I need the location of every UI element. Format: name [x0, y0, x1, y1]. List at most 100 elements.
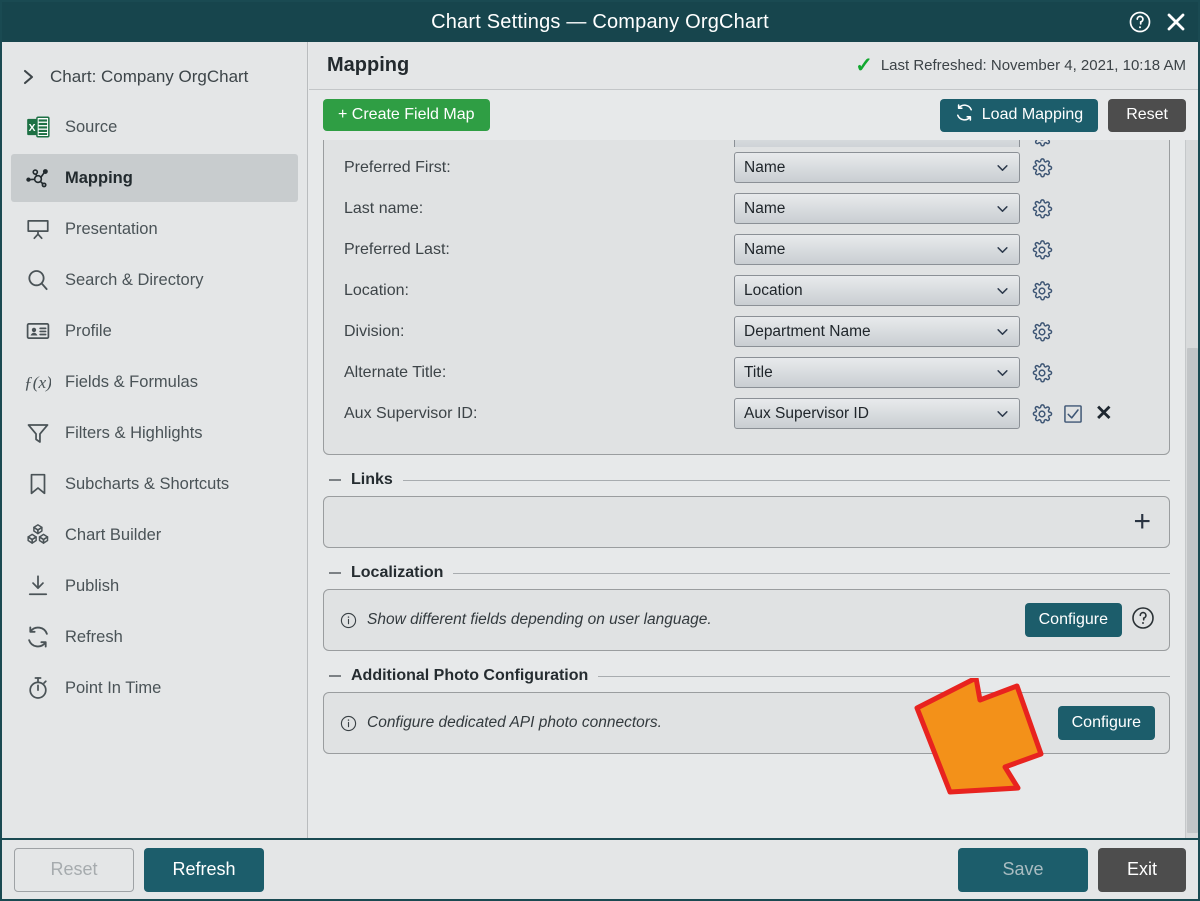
create-field-map-button[interactable]: + Create Field Map [323, 99, 490, 131]
field-label: Division: [344, 322, 405, 340]
localization-section: Localization Show different fields depen… [323, 564, 1170, 651]
legend-dash [329, 479, 341, 481]
info-circle-icon [340, 715, 357, 732]
field-enabled-checkbox[interactable] [1062, 403, 1084, 425]
chevron-right-icon [14, 67, 44, 87]
sidebar-item-search-directory[interactable]: Search & Directory [11, 256, 298, 304]
photo-configure-button[interactable]: Configure [1057, 706, 1155, 740]
sidebar-item-chart-builder[interactable]: Chart Builder [11, 511, 298, 559]
field-source-select[interactable]: Title [734, 357, 1020, 388]
field-source-select[interactable]: Name [734, 152, 1020, 183]
links-legend-label: Links [351, 471, 393, 488]
projector-icon [19, 216, 57, 242]
sidebar-item-presentation[interactable]: Presentation [11, 205, 298, 253]
help-circle-icon[interactable] [1128, 10, 1152, 34]
photo-legend-label: Additional Photo Configuration [351, 667, 589, 684]
legend-dash [329, 572, 341, 574]
field-label: Aux Supervisor ID: [344, 404, 478, 422]
footer-save-button[interactable]: Save [958, 847, 1088, 892]
chevron-down-icon [995, 140, 1010, 145]
sidebar-item-label: Fields & Formulas [65, 372, 198, 391]
field-rows-list: Preferred First: Name Last name: Name Prefer… [344, 140, 1149, 434]
mapping-content: Preferred First: Name Last name: Name Prefer… [309, 140, 1184, 838]
field-settings-gear-icon[interactable] [1031, 157, 1053, 179]
chevron-down-icon [995, 365, 1010, 380]
field-map-row: Division: Department Name [344, 311, 1149, 352]
field-map-row: Alternate Title: Title [344, 352, 1149, 393]
field-row-tools [1031, 157, 1053, 179]
sidebar-item-mapping[interactable]: Mapping [11, 154, 298, 202]
field-row-tools [1031, 321, 1053, 343]
field-settings-gear-icon[interactable] [1031, 280, 1053, 302]
field-settings-gear-icon[interactable] [1031, 140, 1053, 147]
field-label: Last name: [344, 199, 424, 217]
sidebar-item-label: Chart Builder [65, 525, 162, 544]
field-source-select[interactable]: Aux Supervisor ID [734, 398, 1020, 429]
field-settings-gear-icon[interactable] [1031, 403, 1053, 425]
field-source-value: Name [744, 199, 786, 217]
field-source-select[interactable]: Department Name [734, 316, 1020, 347]
sidebar-nav-list: X Source Mapping Presentation Search & Direc… [2, 103, 307, 712]
field-source-select[interactable] [734, 140, 1020, 147]
localization-configure-button[interactable]: Configure [1024, 603, 1122, 637]
field-settings-gear-icon[interactable] [1031, 321, 1053, 343]
plus-icon[interactable]: + [1133, 507, 1151, 537]
sidebar-item-publish[interactable]: Publish [11, 562, 298, 610]
localization-actions: Configure [1024, 603, 1155, 637]
sidebar-item-label: Filters & Highlights [65, 423, 203, 442]
footer-refresh-button[interactable]: Refresh [144, 847, 264, 892]
reset-mapping-button[interactable]: Reset [1108, 98, 1186, 132]
photo-actions: Configure [1057, 706, 1155, 740]
localization-legend: Localization [323, 564, 1170, 582]
remove-field-icon[interactable]: ✕ [1095, 403, 1113, 424]
sidebar-item-source[interactable]: X Source [11, 103, 298, 151]
footer-exit-button[interactable]: Exit [1098, 847, 1186, 892]
field-source-value: Name [744, 158, 786, 176]
field-map-card: Preferred First: Name Last name: Name Prefer… [323, 140, 1170, 455]
sidebar-item-fields-formulas[interactable]: ƒ(x) Fields & Formulas [11, 358, 298, 406]
sidebar-item-point-in-time[interactable]: Point In Time [11, 664, 298, 712]
field-row-tools [1031, 239, 1053, 261]
excel-icon: X [19, 114, 57, 140]
vertical-scrollbar[interactable] [1185, 140, 1198, 838]
main-header: Mapping ✓ Last Refreshed: November 4, 20… [309, 42, 1198, 90]
photo-configuration-section: Additional Photo Configuration Configure… [323, 667, 1170, 754]
links-legend: Links [323, 471, 1170, 489]
legend-rule [598, 675, 1170, 677]
bookmark-icon [19, 471, 57, 497]
chevron-down-icon [995, 160, 1010, 175]
field-source-select[interactable]: Name [734, 234, 1020, 265]
function-icon: ƒ(x) [19, 369, 57, 395]
close-icon[interactable] [1164, 10, 1188, 34]
localization-description: Show different fields depending on user … [367, 611, 712, 628]
field-source-select[interactable]: Location [734, 275, 1020, 306]
settings-sidebar: Chart: Company OrgChart X Source Mapping Pr… [2, 42, 308, 838]
legend-rule [453, 572, 1170, 574]
field-settings-gear-icon[interactable] [1031, 239, 1053, 261]
svg-text:ƒ(x): ƒ(x) [25, 373, 51, 392]
help-circle-icon[interactable] [1131, 606, 1155, 635]
refresh-icon [19, 624, 57, 650]
green-check-icon: ✓ [855, 54, 873, 77]
sidebar-item-subcharts-shortcuts[interactable]: Subcharts & Shortcuts [11, 460, 298, 508]
sidebar-item-filters-highlights[interactable]: Filters & Highlights [11, 409, 298, 457]
footer-reset-button[interactable]: Reset [14, 847, 134, 892]
field-source-value: Title [744, 363, 773, 381]
scrollbar-thumb[interactable] [1187, 348, 1198, 833]
last-refreshed-text: Last Refreshed: November 4, 2021, 10:18 … [880, 57, 1186, 74]
window-titlebar: Chart Settings — Company OrgChart [2, 2, 1198, 42]
field-map-row [344, 140, 1149, 147]
sidebar-item-refresh[interactable]: Refresh [11, 613, 298, 661]
field-source-select[interactable]: Name [734, 193, 1020, 224]
field-settings-gear-icon[interactable] [1031, 362, 1053, 384]
sidebar-chart-header[interactable]: Chart: Company OrgChart [2, 54, 307, 100]
photo-box: Configure dedicated API photo connectors… [323, 692, 1170, 754]
last-refreshed-status: ✓ Last Refreshed: November 4, 2021, 10:1… [855, 55, 1186, 76]
field-settings-gear-icon[interactable] [1031, 198, 1053, 220]
sidebar-item-profile[interactable]: Profile [11, 307, 298, 355]
load-mapping-button[interactable]: Load Mapping [939, 98, 1099, 132]
search-icon [19, 267, 57, 293]
dialog-footer: Reset Refresh Save Exit [2, 838, 1198, 899]
field-map-row: Aux Supervisor ID: Aux Supervisor ID ✕ [344, 393, 1149, 434]
field-label: Preferred First: [344, 158, 451, 176]
